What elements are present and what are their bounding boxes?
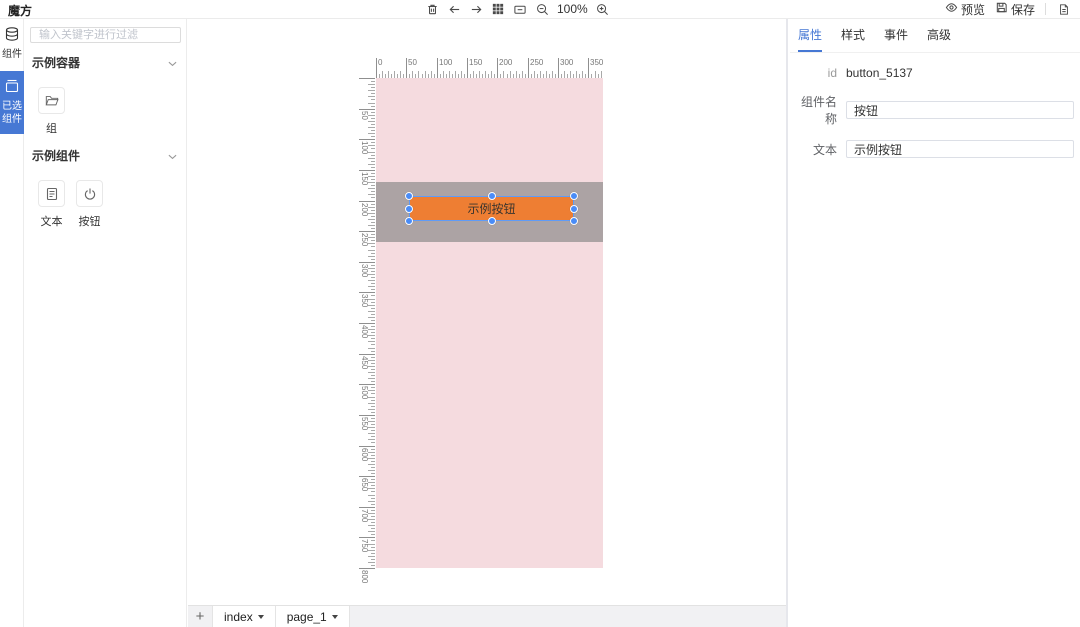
selected-components-icon xyxy=(4,78,20,97)
grid-icon[interactable] xyxy=(490,1,506,17)
canvas-toolbar: 100% xyxy=(424,0,611,18)
section-header-containers[interactable]: 示例容器 xyxy=(25,54,186,71)
rail-tab-components[interactable]: 组件 xyxy=(0,19,24,69)
rail-tab-label-line2: 组件 xyxy=(2,114,22,125)
component-label: 组 xyxy=(46,123,57,135)
section-header-components[interactable]: 示例组件 xyxy=(25,147,186,164)
component-item-text[interactable]: 文本 xyxy=(38,180,65,229)
component-item-button[interactable]: 按钮 xyxy=(76,180,103,229)
horizontal-ruler: 0 50 100 150 200 250 300 350 xyxy=(376,58,608,78)
page-canvas[interactable]: 示例按钮 xyxy=(376,78,603,568)
preview-label: 预览 xyxy=(960,2,985,17)
resize-handle-top[interactable] xyxy=(487,192,496,200)
rail-tab-label-line1: 已选 xyxy=(2,101,22,112)
tab-styles[interactable]: 样式 xyxy=(841,26,865,52)
preview-icon xyxy=(945,1,958,17)
screen-icon[interactable] xyxy=(512,1,528,17)
component-name-input[interactable] xyxy=(846,101,1074,119)
selected-button-label: 示例按钮 xyxy=(467,202,516,216)
inspector-tabs: 属性 样式 事件 高级 xyxy=(790,19,1080,53)
component-name-label: 组件名称 xyxy=(800,95,837,126)
folder-icon xyxy=(38,87,65,114)
inspector-panel: 属性 样式 事件 高级 id button_5137 组件名称 文本 xyxy=(790,19,1080,627)
component-name-row: 组件名称 xyxy=(790,93,1074,127)
canvas-workspace: 0 50 100 150 200 250 300 350 50 100 150 200 250 300 3… xyxy=(188,19,788,627)
page-tab-label: page_1 xyxy=(286,609,327,624)
resize-handle-bottom-left[interactable] xyxy=(405,217,413,225)
preview-button[interactable]: 预览 xyxy=(945,1,985,18)
zoom-out-icon[interactable] xyxy=(534,1,550,17)
component-label: 文本 xyxy=(40,216,63,228)
document-icon[interactable] xyxy=(1056,1,1072,17)
zoom-level: 100% xyxy=(557,2,588,16)
text-label: 文本 xyxy=(812,142,837,157)
topbar: 魔方 100% 预览 保存 xyxy=(0,0,1080,19)
id-row: id button_5137 xyxy=(790,66,1074,80)
resize-handle-left[interactable] xyxy=(405,204,413,213)
id-label: id xyxy=(827,66,837,80)
component-items-row: 组 xyxy=(25,87,186,136)
text-row: 文本 xyxy=(790,140,1074,158)
caret-down-icon xyxy=(331,614,338,619)
resize-handle-bottom[interactable] xyxy=(487,217,496,225)
trash-icon[interactable] xyxy=(424,1,440,17)
caret-down-icon xyxy=(257,614,264,619)
resize-handle-top-left[interactable] xyxy=(405,192,413,200)
tab-advanced[interactable]: 高级 xyxy=(927,26,951,52)
component-label: 按钮 xyxy=(78,216,101,228)
app-title: 魔方 xyxy=(8,4,33,18)
component-items-row: 文本 按钮 xyxy=(25,180,186,229)
section-title: 示例组件 xyxy=(32,149,81,163)
resize-handle-bottom-right[interactable] xyxy=(570,217,578,225)
save-label: 保存 xyxy=(1010,2,1035,17)
components-panel: 示例容器 组 示例组件 文本 xyxy=(25,19,187,627)
topbar-actions: 预览 保存 xyxy=(945,0,1072,18)
page-tab-page-1[interactable]: page_1 xyxy=(275,606,350,627)
tab-properties[interactable]: 属性 xyxy=(798,26,823,52)
undo-icon[interactable] xyxy=(446,1,462,17)
rail-tab-selected-components[interactable]: 已选 组件 xyxy=(0,71,24,134)
resize-handle-top-right[interactable] xyxy=(570,192,578,200)
redo-icon[interactable] xyxy=(468,1,484,17)
chevron-down-icon xyxy=(168,56,177,70)
vertical-ruler: 50 100 150 200 250 300 350 400 450 500 550 600 650 70… xyxy=(359,78,375,583)
resize-handle-right[interactable] xyxy=(570,204,578,213)
page-tab-index[interactable]: index xyxy=(212,606,276,627)
id-value: button_5137 xyxy=(846,66,913,80)
save-button[interactable]: 保存 xyxy=(995,1,1035,18)
search-input[interactable] xyxy=(30,27,181,43)
zoom-in-icon[interactable] xyxy=(595,1,611,17)
components-icon xyxy=(4,26,20,45)
divider xyxy=(1045,3,1046,15)
section-title: 示例容器 xyxy=(32,56,81,70)
rail-tab-label: 组件 xyxy=(2,49,22,60)
pages-bar: + index page_1 xyxy=(188,605,786,627)
left-rail: 组件 已选 组件 xyxy=(0,19,24,627)
save-icon xyxy=(995,1,1008,17)
component-item-group[interactable]: 组 xyxy=(38,87,65,136)
tab-events[interactable]: 事件 xyxy=(884,26,908,52)
power-icon xyxy=(76,180,103,207)
add-page-button[interactable]: + xyxy=(188,606,212,627)
selected-button[interactable]: 示例按钮 xyxy=(405,192,578,225)
text-input[interactable] xyxy=(846,140,1074,158)
page-tab-label: index xyxy=(224,609,253,624)
text-file-icon xyxy=(38,180,65,207)
chevron-down-icon xyxy=(168,149,177,163)
